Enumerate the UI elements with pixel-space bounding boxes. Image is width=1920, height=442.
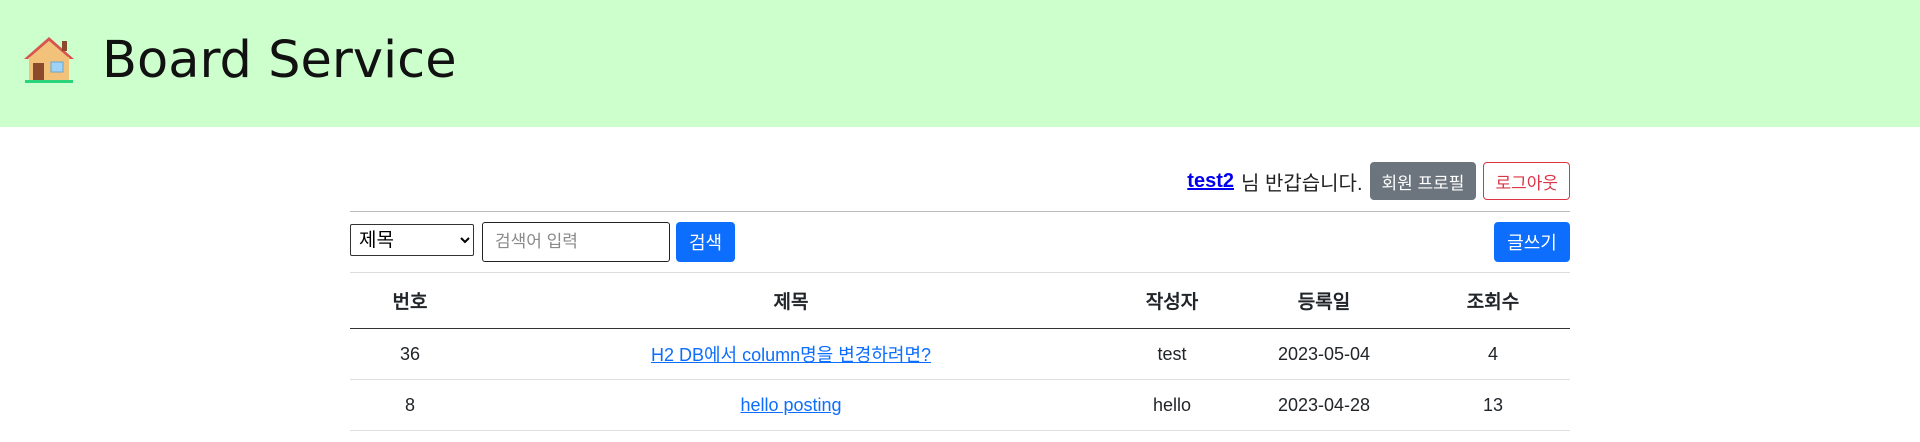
profile-button[interactable]: 회원 프로필 [1369,162,1477,200]
header-writer: 작성자 [1112,273,1232,329]
cell-date: 2023-04-28 [1232,379,1416,431]
user-bar: test2 님 반갑습니다. 회원 프로필 로그아웃 [1187,162,1570,200]
post-title-link[interactable]: H2 DB에서 column명을 변경하려면? [651,345,931,365]
write-post-button[interactable]: 글쓰기 [1494,222,1570,262]
cell-no: 36 [350,328,470,380]
table-row: 36 H2 DB에서 column명을 변경하려면? test 2023-05-… [350,328,1570,380]
header-title: 제목 [470,273,1112,329]
post-title-link[interactable]: hello posting [740,395,841,415]
greeting-text: 님 반갑습니다. [1240,172,1363,195]
site-title[interactable]: Board Service [102,28,457,94]
table-header-row: 번호 제목 작성자 등록일 조회수 [350,273,1570,329]
cell-title: H2 DB에서 column명을 변경하려면? [470,328,1112,380]
cell-title: hello posting [470,379,1112,431]
divider [350,211,1570,212]
cell-views: 13 [1416,379,1570,431]
post-table: 번호 제목 작성자 등록일 조회수 36 H2 DB에서 column명을 변경… [350,273,1570,431]
header-date: 등록일 [1232,273,1416,329]
cell-writer: test [1112,328,1232,380]
cell-writer: hello [1112,379,1232,431]
cell-views: 4 [1416,328,1570,380]
logout-button[interactable]: 로그아웃 [1483,162,1570,200]
cell-date: 2023-05-04 [1232,328,1416,380]
search-type-select[interactable]: 제목 [350,224,474,256]
search-button[interactable]: 검색 [676,222,735,262]
search-input[interactable] [482,222,670,262]
search-bar: 제목 검색 글쓰기 [350,222,1570,262]
site-header: Board Service [0,0,1920,127]
username-link[interactable]: test2 [1187,170,1234,193]
header-no: 번호 [350,273,470,329]
table-row: 8 hello posting hello 2023-04-28 13 [350,379,1570,431]
header-views: 조회수 [1416,273,1570,329]
house-icon[interactable] [22,33,76,85]
cell-no: 8 [350,379,470,431]
